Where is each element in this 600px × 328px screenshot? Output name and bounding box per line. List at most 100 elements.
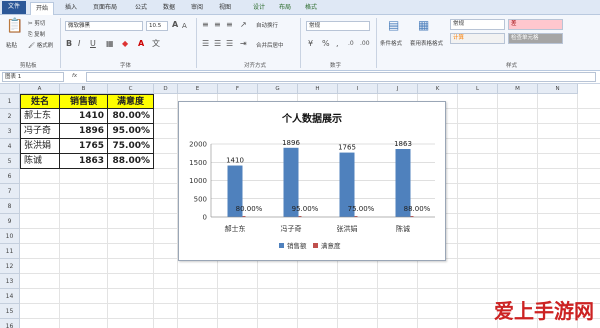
column-header[interactable]: N: [538, 84, 578, 94]
increase-decimal-icon[interactable]: .0: [348, 39, 354, 49]
paste-icon[interactable]: 📋: [6, 19, 23, 33]
copy-button[interactable]: ⎘ 复制: [28, 30, 45, 39]
tab-view[interactable]: 视图: [214, 2, 236, 14]
cell-satisfaction[interactable]: 88.00%: [108, 154, 154, 169]
align-bottom-icon[interactable]: ≡: [226, 20, 233, 30]
header-name[interactable]: 姓名: [20, 94, 60, 109]
cell-satisfaction[interactable]: 95.00%: [108, 124, 154, 139]
percent-icon[interactable]: %: [322, 39, 330, 49]
cell-satisfaction[interactable]: 75.00%: [108, 139, 154, 154]
row-header[interactable]: 14: [0, 289, 20, 304]
row-header[interactable]: 8: [0, 199, 20, 214]
column-header[interactable]: G: [258, 84, 298, 94]
row-header[interactable]: 2: [0, 109, 20, 124]
align-center-icon[interactable]: ☰: [214, 39, 221, 49]
fill-color-icon[interactable]: ◆: [122, 39, 128, 49]
fx-icon[interactable]: fx: [72, 73, 77, 79]
row-header[interactable]: 3: [0, 124, 20, 139]
underline-icon[interactable]: U: [90, 39, 96, 49]
format-as-table-button[interactable]: 套用表格格式: [410, 39, 443, 47]
tab-file[interactable]: 文件: [2, 1, 26, 14]
column-header[interactable]: M: [498, 84, 538, 94]
shrink-font-icon[interactable]: A: [182, 21, 187, 31]
cell-sales[interactable]: 1896: [60, 124, 108, 139]
tab-review[interactable]: 审阅: [186, 2, 208, 14]
formula-input[interactable]: [86, 72, 596, 82]
align-left-icon[interactable]: ☰: [202, 39, 209, 49]
column-header[interactable]: E: [178, 84, 218, 94]
row-header[interactable]: 12: [0, 259, 20, 274]
align-right-icon[interactable]: ☰: [226, 39, 233, 49]
column-header[interactable]: H: [298, 84, 338, 94]
cell-name[interactable]: 陈诚: [20, 154, 60, 169]
conditional-format-button[interactable]: 条件格式: [380, 39, 402, 47]
row-header[interactable]: 15: [0, 304, 20, 319]
format-painter-button[interactable]: 🖌 格式刷: [28, 41, 53, 49]
decrease-decimal-icon[interactable]: .00: [360, 39, 370, 49]
italic-icon[interactable]: I: [78, 39, 80, 49]
header-sales[interactable]: 销售额: [60, 94, 108, 109]
cell-name[interactable]: 郝士东: [20, 109, 60, 124]
row-header[interactable]: 1: [0, 94, 20, 109]
align-middle-icon[interactable]: ≡: [214, 20, 221, 30]
font-size-select[interactable]: 10.5: [146, 21, 168, 31]
row-header[interactable]: 7: [0, 184, 20, 199]
tab-layout[interactable]: 布局: [274, 2, 296, 14]
wrap-text-button[interactable]: 自动换行: [256, 21, 278, 29]
column-header[interactable]: L: [458, 84, 498, 94]
font-color-icon[interactable]: A: [138, 39, 144, 49]
column-header[interactable]: B: [60, 84, 108, 94]
name-box[interactable]: 图表 1: [2, 72, 64, 82]
row-header[interactable]: 13: [0, 274, 20, 289]
conditional-format-icon[interactable]: ▤: [388, 19, 399, 31]
indent-icon[interactable]: ⇥: [240, 39, 247, 49]
row-header[interactable]: 11: [0, 244, 20, 259]
chart-container[interactable]: 个人数据展示 0 500 1000 1500 2000 1410 80.00% 郝士东 1896 9…: [178, 101, 446, 261]
column-header[interactable]: I: [338, 84, 378, 94]
orientation-icon[interactable]: ↗: [240, 20, 247, 30]
select-all-corner[interactable]: [0, 84, 20, 94]
row-header[interactable]: 10: [0, 229, 20, 244]
row-header[interactable]: 9: [0, 214, 20, 229]
bold-icon[interactable]: B: [66, 39, 72, 49]
style-check-cell[interactable]: 检查单元格: [508, 33, 563, 44]
merge-center-button[interactable]: 合并后居中: [256, 41, 284, 49]
number-format-select[interactable]: 常规: [306, 21, 370, 31]
currency-icon[interactable]: ¥: [308, 39, 313, 49]
paste-button[interactable]: 粘贴: [6, 41, 17, 49]
column-header[interactable]: C: [108, 84, 154, 94]
tab-formulas[interactable]: 公式: [130, 2, 152, 14]
header-satisfaction[interactable]: 满意度: [108, 94, 154, 109]
style-calculation[interactable]: 计算: [450, 33, 505, 44]
style-normal[interactable]: 常规: [450, 19, 505, 30]
cell-name[interactable]: 冯子奇: [20, 124, 60, 139]
cut-button[interactable]: ✂ 剪切: [28, 19, 45, 27]
row-header[interactable]: 16: [0, 319, 20, 328]
column-header[interactable]: D: [154, 84, 178, 94]
column-header[interactable]: K: [418, 84, 458, 94]
row-header[interactable]: 4: [0, 139, 20, 154]
column-header[interactable]: A: [20, 84, 60, 94]
cell-sales[interactable]: 1410: [60, 109, 108, 124]
column-header[interactable]: J: [378, 84, 418, 94]
cell-satisfaction[interactable]: 80.00%: [108, 109, 154, 124]
tab-format[interactable]: 格式: [300, 2, 322, 14]
tab-design[interactable]: 设计: [248, 2, 270, 14]
cell-name[interactable]: 张洪娟: [20, 139, 60, 154]
row-header[interactable]: 6: [0, 169, 20, 184]
comma-icon[interactable]: ,: [336, 39, 339, 49]
grow-font-icon[interactable]: A: [172, 20, 178, 30]
tab-data[interactable]: 数据: [158, 2, 180, 14]
font-name-select[interactable]: 微软雅黑: [65, 21, 143, 31]
tab-home[interactable]: 开始: [30, 2, 54, 15]
tab-insert[interactable]: 插入: [60, 2, 82, 14]
tab-page-layout[interactable]: 页面布局: [88, 2, 122, 14]
cell-sales[interactable]: 1765: [60, 139, 108, 154]
table-format-icon[interactable]: ▦: [418, 19, 429, 31]
align-top-icon[interactable]: ≡: [202, 20, 209, 30]
cell-sales[interactable]: 1863: [60, 154, 108, 169]
phonetic-icon[interactable]: 文: [152, 39, 160, 49]
border-icon[interactable]: ▦: [106, 39, 114, 49]
row-header[interactable]: 5: [0, 154, 20, 169]
style-bad[interactable]: 差: [508, 19, 563, 30]
